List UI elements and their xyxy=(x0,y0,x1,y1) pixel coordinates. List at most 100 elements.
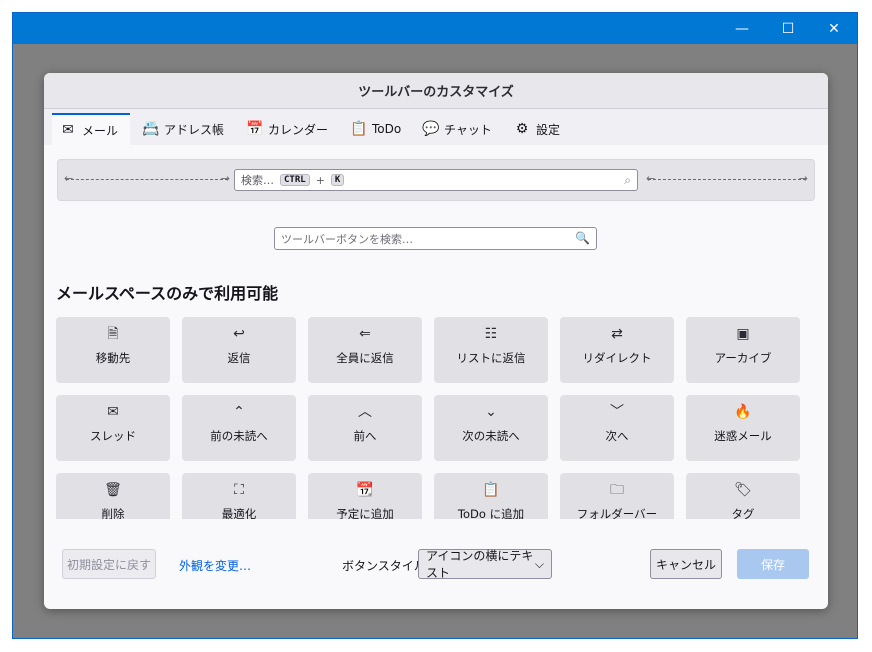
move-to-icon: 🗎 xyxy=(107,326,119,342)
tab-label: ToDo xyxy=(372,122,402,136)
flexible-space-right[interactable]: ← → xyxy=(646,172,808,185)
tab-settings[interactable]: ⚙ 設定 xyxy=(506,113,568,145)
save-button[interactable]: 保存 xyxy=(737,549,809,579)
next-icon: ﹀ xyxy=(610,404,624,420)
palette-button-trash[interactable]: 🗑 削除 xyxy=(56,473,170,519)
palette-button-label: 返信 xyxy=(227,351,251,365)
tab-label: カレンダー xyxy=(268,122,329,137)
reply-list-icon: ☷ xyxy=(484,326,498,342)
search-icon: ⌕ xyxy=(624,173,631,187)
tab-label: アドレス帳 xyxy=(164,122,225,137)
next-unread-icon: ⌄ xyxy=(485,404,497,420)
restore-defaults-button[interactable]: 初期設定に戻す xyxy=(62,549,156,579)
palette-button-label: スレッド xyxy=(90,429,136,443)
section-heading: メールスペースのみで利用可能 xyxy=(56,284,279,303)
filter-placeholder: ツールバーボタンを検索… xyxy=(281,232,413,246)
palette-button-label: 前へ xyxy=(353,429,377,443)
tag-icon: 🏷 xyxy=(734,482,752,498)
tab-chat[interactable]: 💬 チャット xyxy=(414,113,502,145)
cancel-button[interactable]: キャンセル xyxy=(650,549,722,579)
button-style-select[interactable]: アイコンの横にテキスト ⌵ xyxy=(418,549,552,580)
compact-icon: ⛶ xyxy=(234,482,244,498)
palette-button-label: 削除 xyxy=(101,507,125,519)
flexible-space-left[interactable]: ← → xyxy=(64,172,230,185)
folder-icon: 🗀 xyxy=(610,482,624,498)
palette-button-label: 移動先 xyxy=(95,351,131,365)
reply-all-icon: ⇐ xyxy=(359,326,371,342)
tab-label: 設定 xyxy=(536,122,561,137)
gear-icon: ⚙ xyxy=(515,121,529,137)
palette-button-reply-all[interactable]: ⇐ 全員に返信 xyxy=(308,317,422,383)
palette-button-label: 全員に返信 xyxy=(336,351,394,365)
palette-button-label: 次へ xyxy=(605,429,629,443)
palette-button-archive[interactable]: ▣ アーカイブ xyxy=(686,317,800,383)
close-button[interactable]: ✕ xyxy=(811,13,857,44)
mail-icon: ✉ xyxy=(62,122,74,138)
palette-button-thread[interactable]: ✉ スレッド xyxy=(56,395,170,461)
select-value: アイコンの横にテキスト xyxy=(426,549,534,580)
palette-button-previous[interactable]: ︿ 前へ xyxy=(308,395,422,461)
palette-button-label: タグ xyxy=(731,507,755,519)
palette-button-junk[interactable]: 🔥 迷惑メール xyxy=(686,395,800,461)
arrow-right-icon: → xyxy=(220,172,230,185)
tab-address-book[interactable]: 📇 アドレス帳 xyxy=(134,113,234,145)
tab-calendar[interactable]: 📅 カレンダー xyxy=(238,113,338,145)
palette-button-move-to[interactable]: 🗎 移動先 xyxy=(56,317,170,383)
palette-button-add-event[interactable]: 📆 予定に追加 xyxy=(308,473,422,519)
palette-button-tag[interactable]: 🏷 タグ xyxy=(686,473,800,519)
button-palette: 🗎 移動先 ↩ 返信 ⇐ 全員に返信 ☷ リストに返信 ⇄ リダイレクト ▣ アーカイブ ✉ スレッド ⌃ 前… xyxy=(56,317,816,519)
tab-label: メール xyxy=(82,123,119,138)
thread-icon: ✉ xyxy=(107,404,119,420)
shortcut-key-k: K xyxy=(330,174,345,186)
palette-button-label: 迷惑メール xyxy=(714,429,772,443)
arrow-left-icon: ← xyxy=(646,172,656,185)
palette-button-label: 最適化 xyxy=(221,507,257,519)
palette-button-next-unread[interactable]: ⌄ 次の未読へ xyxy=(434,395,548,461)
chat-icon: 💬 xyxy=(422,121,440,137)
add-event-icon: 📆 xyxy=(356,482,374,498)
add-task-icon: 📋 xyxy=(482,482,500,498)
palette-button-label: フォルダーバー xyxy=(576,507,658,519)
archive-icon: ▣ xyxy=(736,326,750,342)
tab-todo[interactable]: 📋 ToDo xyxy=(342,113,408,145)
minimize-button[interactable]: — xyxy=(719,13,765,44)
window-titlebar: — ☐ ✕ xyxy=(13,13,857,44)
maximize-button[interactable]: ☐ xyxy=(765,13,811,44)
palette-button-reply-list[interactable]: ☷ リストに返信 xyxy=(434,317,548,383)
search-icon: 🔍 xyxy=(575,231,590,245)
palette-button-reply[interactable]: ↩ 返信 xyxy=(182,317,296,383)
toolbar-search-field[interactable]: 検索… CTRL + K ⌕ xyxy=(234,169,638,191)
arrow-left-icon: ← xyxy=(64,172,74,185)
palette-button-previous-unread[interactable]: ⌃ 前の未読へ xyxy=(182,395,296,461)
previous-unread-icon: ⌃ xyxy=(233,404,245,420)
tab-label: チャット xyxy=(444,122,492,137)
palette-button-label: 次の未読へ xyxy=(462,429,520,443)
button-filter-input[interactable]: ツールバーボタンを検索… 🔍 xyxy=(274,227,597,250)
calendar-icon: 📅 xyxy=(246,121,264,137)
junk-icon: 🔥 xyxy=(734,404,752,420)
palette-button-label: リダイレクト xyxy=(582,351,652,365)
palette-button-compact[interactable]: ⛶ 最適化 xyxy=(182,473,296,519)
palette-button-next[interactable]: ﹀ 次へ xyxy=(560,395,674,461)
previous-icon: ︿ xyxy=(358,404,372,420)
shortcut-plus: + xyxy=(315,173,325,187)
reply-icon: ↩ xyxy=(233,326,245,342)
palette-button-label: 予定に追加 xyxy=(336,507,394,519)
address-book-icon: 📇 xyxy=(142,121,160,137)
change-appearance-link[interactable]: 外観を変更… xyxy=(179,557,251,574)
customize-toolbar-dialog: ツールバーのカスタマイズ ✉ メール 📇 アドレス帳 📅 カレンダー 📋 ToD… xyxy=(44,73,828,609)
palette-button-redirect[interactable]: ⇄ リダイレクト xyxy=(560,317,674,383)
button-style-label: ボタンスタイル: xyxy=(342,559,430,573)
toolbar-preview: ← → 検索… CTRL + K ⌕ ← → xyxy=(57,159,815,201)
trash-icon: 🗑 xyxy=(104,482,122,498)
app-window: — ☐ ✕ ツールバーのカスタマイズ ✉ メール 📇 アドレス帳 📅 カレンダー… xyxy=(12,12,858,639)
redirect-icon: ⇄ xyxy=(611,326,623,342)
palette-button-label: アーカイブ xyxy=(714,351,772,365)
shortcut-key-ctrl: CTRL xyxy=(280,174,310,186)
palette-button-add-task[interactable]: 📋 ToDo に追加 xyxy=(434,473,548,519)
dialog-title: ツールバーのカスタマイズ xyxy=(44,73,828,109)
palette-button-label: ToDo に追加 xyxy=(457,507,525,519)
arrow-right-icon: → xyxy=(798,172,808,185)
tab-mail[interactable]: ✉ メール xyxy=(52,113,130,145)
palette-button-folder[interactable]: 🗀 フォルダーバー xyxy=(560,473,674,519)
